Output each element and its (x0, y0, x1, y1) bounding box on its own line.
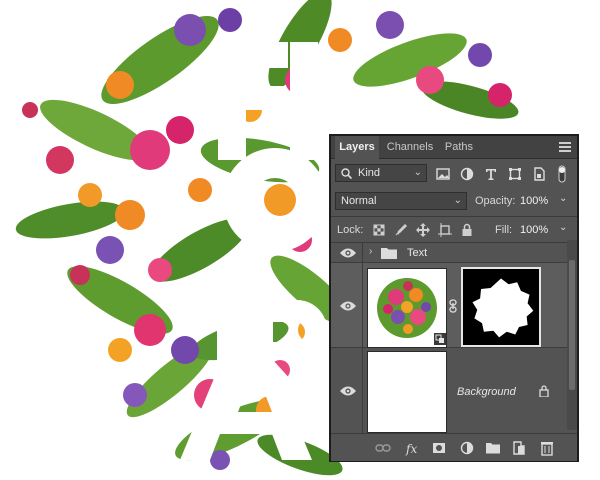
search-icon (341, 168, 352, 179)
layers-scrollbar[interactable] (567, 240, 577, 430)
panel-tabbar: Layers Channels Paths (331, 136, 577, 159)
fill-label: Fill: (495, 224, 513, 236)
opacity-label: Opacity: (475, 195, 516, 207)
tab-layers[interactable]: Layers (335, 136, 379, 159)
panel-menu-icon[interactable] (559, 142, 571, 152)
layer-name: Text (407, 247, 428, 259)
layers-panel: Layers Channels Paths Kind ⌄ Normal ⌄ Op… (329, 134, 579, 462)
background-thumbnail (367, 351, 447, 433)
opacity-chevron-icon[interactable]: ⌄ (559, 193, 567, 204)
smart-object-badge-icon (434, 333, 446, 345)
chevron-down-icon: ⌄ (453, 195, 462, 206)
layer-row-text-group[interactable]: › Text (331, 243, 567, 263)
filter-kind-label: Kind (358, 167, 381, 179)
fill-chevron-icon[interactable]: ⌄ (559, 222, 567, 233)
expand-arrow-icon[interactable]: › (369, 246, 372, 257)
lock-all-icon[interactable] (459, 222, 475, 238)
smart-object-filter-icon[interactable] (531, 166, 547, 182)
blend-row: Normal ⌄ Opacity: 100% ⌄ (331, 190, 577, 212)
new-layer-icon[interactable] (511, 440, 527, 456)
lock-image-icon[interactable] (393, 222, 409, 238)
layer-name: Background (457, 386, 516, 398)
mask-link-icon[interactable] (449, 299, 457, 313)
delete-layer-icon[interactable] (539, 440, 555, 456)
add-mask-icon[interactable] (431, 440, 447, 456)
image-filter-icon[interactable] (435, 166, 451, 182)
svg-text:fx: fx (405, 442, 417, 456)
layer-row-background[interactable]: Background (331, 348, 567, 434)
tab-paths[interactable]: Paths (439, 136, 479, 158)
lock-transparent-icon[interactable] (371, 222, 387, 238)
lock-icon (539, 385, 549, 397)
scrollbar-thumb[interactable] (569, 260, 575, 390)
lock-position-icon[interactable] (415, 222, 431, 238)
fx-icon[interactable]: fx (405, 440, 421, 456)
opacity-value[interactable]: 100% (520, 195, 548, 207)
adjustment-filter-icon[interactable] (459, 166, 475, 182)
shape-filter-icon[interactable] (507, 166, 523, 182)
folder-icon (381, 248, 397, 259)
adjustment-layer-icon[interactable] (459, 440, 475, 456)
layer-row-smart-object[interactable] (331, 263, 567, 348)
fill-value[interactable]: 100% (520, 224, 548, 236)
layer-mask-thumbnail[interactable] (461, 267, 541, 347)
lock-label: Lock: (337, 224, 364, 236)
blend-mode-select[interactable]: Normal ⌄ (335, 192, 467, 210)
visibility-eye-icon[interactable] (339, 300, 357, 312)
lock-artboard-icon[interactable] (437, 222, 453, 238)
visibility-eye-icon[interactable] (339, 247, 357, 259)
new-group-icon[interactable] (485, 440, 501, 456)
panel-footer: fx (331, 433, 577, 461)
link-layers-icon[interactable] (375, 440, 391, 456)
blend-mode-value: Normal (341, 195, 377, 207)
filter-row: Kind ⌄ (331, 162, 577, 186)
filter-kind-select[interactable]: Kind ⌄ (335, 164, 427, 182)
filter-toggle-icon[interactable] (555, 164, 569, 184)
tab-channels[interactable]: Channels (381, 136, 439, 158)
type-filter-icon[interactable] (483, 166, 499, 182)
visibility-eye-icon[interactable] (339, 385, 357, 397)
lock-row: Lock: Fill: 100% ⌄ (331, 219, 577, 241)
divider (331, 216, 577, 217)
chevron-down-icon: ⌄ (413, 167, 422, 178)
